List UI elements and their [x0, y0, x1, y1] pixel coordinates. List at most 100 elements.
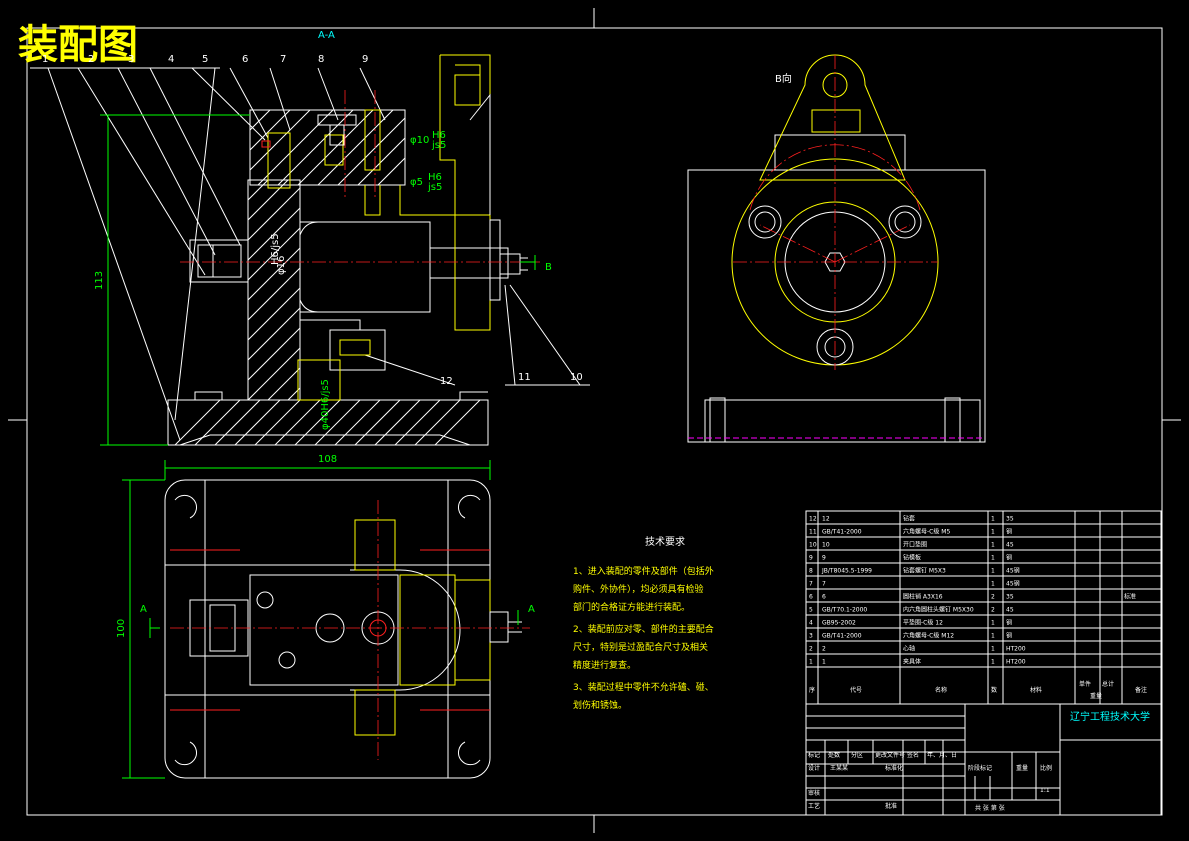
bom-cell-no: 11: [809, 529, 817, 536]
bom-cell-no: 5: [809, 607, 813, 614]
school-name: 辽宁工程技术大学: [1070, 710, 1150, 723]
tb-designer-label: 设计: [808, 764, 820, 772]
fit-phi5: φ5: [410, 177, 423, 188]
bom-header-note: 备注: [1135, 686, 1147, 694]
balloon-7: 7: [280, 54, 286, 65]
fit-phi10: φ10: [410, 135, 429, 146]
tb-designer-value: 王某某: [830, 765, 848, 772]
bom-cell-code: 10: [822, 542, 830, 549]
bom-row: 10 10 开口垫圈 1 45: [809, 541, 1014, 549]
tb-weight-label: 重量: [1016, 764, 1028, 772]
tb-row-label-3: 分区: [851, 751, 863, 759]
bom-cell-mat: 45: [1006, 542, 1014, 549]
tech-line-2: 购件、外协件），均必须具有检验: [573, 583, 704, 595]
tb-row-label-6: 年、月、日: [927, 751, 957, 759]
tb-scale-label: 比例: [1040, 764, 1052, 772]
assembly-drawing: 装配图 A-A 1 2 3 4 5 6 7 8 9 10 11 12 B 113…: [8, 8, 1181, 833]
dim-108-value: 108: [318, 454, 337, 465]
tb-sheet-label: 共 张 第 张: [975, 804, 1005, 812]
tech-line-3: 部门的合格证方能进行装配。: [573, 601, 690, 613]
bom-cell-mat: 钢: [1006, 619, 1012, 627]
bom-cell-note: 标准: [1124, 593, 1136, 601]
bom-cell-code: GB95-2002: [822, 620, 856, 627]
bom-cell-no: 7: [809, 581, 813, 588]
bom-cell-qty: 1: [991, 633, 995, 640]
bom-cell-mat: HT200: [1006, 646, 1026, 653]
bom-cell-name: 圆柱销 A3X16: [903, 593, 943, 601]
bom-row: 12 12 钻套 1 35: [809, 515, 1014, 523]
plan-view: A A: [140, 479, 535, 779]
bom-cell-qty: 1: [991, 542, 995, 549]
bom-cell-mat: 35: [1006, 516, 1014, 523]
view-b: B向: [687, 54, 986, 443]
bom-cell-qty: 1: [991, 555, 995, 562]
fit-phi5-bottom: js5: [427, 182, 442, 193]
tech-requirements: 技术要求 1、进入装配的零件及部件（包括外 购件、外协件），均必须具有检验 部门…: [573, 535, 714, 711]
bom-cell-qty: 1: [991, 659, 995, 666]
balloon-2: 2: [88, 54, 94, 65]
bom-cell-no: 3: [809, 633, 813, 640]
bom-cell-mat: 45: [1006, 607, 1014, 614]
dim-113-value: 113: [94, 271, 105, 290]
bom-cell-name: 钻套螺钉 M5X3: [903, 567, 946, 575]
bom-cell-name: 心轴: [903, 645, 915, 653]
bom-cell-qty: 2: [991, 594, 995, 601]
bom-header-no: 序: [809, 686, 815, 694]
bom-row: 1 1 夹具体 1 HT200: [809, 658, 1026, 666]
balloon-numbers: 1 2 3 4 5 6 7 8 9 10 11 12: [42, 54, 590, 387]
bom-header-weight-a: 单件: [1079, 680, 1091, 688]
bom-cell-code: 12: [822, 516, 830, 523]
tb-row-label-5: 签名: [907, 751, 919, 759]
tb-row-label-1: 标记: [808, 751, 820, 759]
fit-phi10-bottom: js5: [431, 140, 446, 151]
arrow-a-right: A: [528, 604, 535, 615]
bom-cell-no: 8: [809, 568, 813, 575]
bom-row: 6 6 圆柱销 A3X16 2 35 标准: [809, 593, 1136, 601]
view-b-label: B向: [775, 72, 792, 85]
bom-header-weight-c: 重量: [1090, 692, 1102, 700]
tb-audit-label: 审核: [808, 789, 820, 797]
fit-phi16-frac: H6/js5: [270, 233, 281, 265]
bom-cell-no: 9: [809, 555, 813, 562]
bom-cell-code: 6: [822, 594, 826, 601]
bom-cell-code: 2: [822, 646, 826, 653]
tb-row-label-2: 处数: [828, 751, 840, 759]
bom-cell-name: 钻模板: [903, 554, 921, 562]
bom-cell-qty: 1: [991, 516, 995, 523]
bom-cell-no: 1: [809, 659, 813, 666]
dim-113: 113: [94, 114, 250, 446]
section-view-aa: B: [167, 54, 552, 446]
bom-cell-mat: 45钢: [1006, 580, 1020, 588]
balloon-leaders: [30, 67, 386, 441]
bom-cell-code: GB/T41-2000: [822, 633, 862, 640]
balloon-3: 3: [128, 54, 134, 65]
balloon-9: 9: [362, 54, 368, 65]
tb-stage-label: 阶段标记: [968, 764, 992, 772]
bom-cell-name: 内六角圆柱头螺钉 M5X30: [903, 606, 974, 614]
bom-cell-qty: 1: [991, 620, 995, 627]
bom-row: 11 GB/T41-2000 六角螺母-C级 M5 1 钢: [809, 528, 1012, 536]
arrow-b-label: B: [545, 262, 552, 273]
bom-row: 3 GB/T41-2000 六角螺母-C级 M12 1 钢: [809, 632, 1012, 640]
balloon-1: 1: [42, 54, 48, 65]
bom-cell-name: 钻套: [903, 515, 915, 523]
dim-100: 100: [116, 479, 165, 779]
bom-header-row: 序 代号 名称 数 材料 单件 总计 重量 备注: [809, 680, 1147, 700]
fit-vertical: φ40H6/js5: [320, 379, 331, 430]
balloon-8: 8: [318, 54, 324, 65]
balloon-11: 11: [518, 372, 531, 383]
bom-cell-name: 六角螺母-C级 M12: [903, 632, 954, 640]
bom-row: 2 2 心轴 1 HT200: [809, 645, 1026, 653]
bom-cell-qty: 2: [991, 607, 995, 614]
bom-cell-mat: 35: [1006, 594, 1014, 601]
section-label: A-A: [318, 30, 335, 41]
bom-cell-name: 开口垫圈: [903, 541, 927, 549]
balloon-12: 12: [440, 376, 453, 387]
bom-cell-mat: 钢: [1006, 528, 1012, 536]
dim-108: 108: [164, 454, 491, 480]
tech-line-8: 划伤和锈蚀。: [573, 699, 627, 711]
arrow-a-left: A: [140, 604, 147, 615]
bom-row: 4 GB95-2002 平垫圈-C级 12 1 钢: [809, 619, 1012, 627]
bom-cell-code: 7: [822, 581, 826, 588]
bom-cell-no: 6: [809, 594, 813, 601]
